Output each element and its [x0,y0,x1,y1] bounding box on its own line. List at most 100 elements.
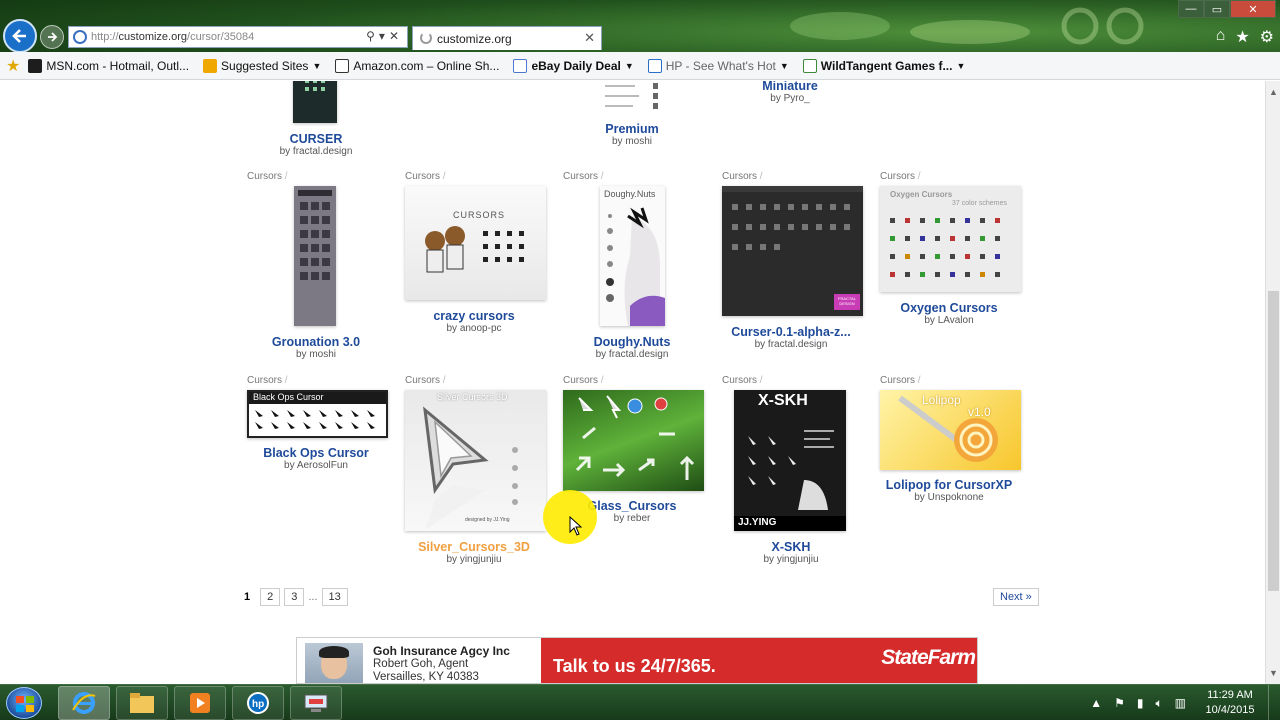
address-bar[interactable]: http://customize.org/cursor/35084 ⚲▾✕ [68,26,408,48]
favorite-amazon[interactable]: Amazon.com – Online Sh... [335,58,499,73]
favorite-msn[interactable]: MSN.com - Hotmail, Outl... [28,58,189,73]
category-link[interactable]: Cursors [405,171,440,182]
author-link[interactable]: Pyro_ [784,93,810,104]
category-label[interactable]: Cursors / [405,375,446,386]
back-button[interactable] [3,19,37,53]
thumbnail-doughy-nuts[interactable]: Doughy.Nuts [600,186,665,326]
author-link[interactable]: fractal.design [293,146,352,157]
author-link[interactable]: AerosolFun [297,460,348,471]
maximize-button[interactable]: ▭ [1204,0,1230,18]
category-link[interactable]: Cursors [880,375,915,386]
item-title[interactable]: CURSER [241,132,391,146]
gallery-item-crazy-cursors[interactable]: Cursors / CURSORS crazy cursors by anoop… [405,171,555,341]
taskbar-internet-explorer[interactable] [58,686,110,720]
battery-icon[interactable]: ▮ [1137,696,1144,710]
item-title[interactable]: Black Ops Cursor [241,446,391,460]
item-title[interactable]: Grounation 3.0 [241,335,391,349]
home-icon[interactable]: ⌂ [1216,27,1226,47]
minimize-button[interactable]: — [1178,0,1204,18]
tab-customize[interactable]: customize.org ✕ [412,26,602,50]
page-link-3[interactable]: 3 [284,588,305,606]
favorite-wildtangent[interactable]: WildTangent Games f... ▼ [802,58,965,73]
clock[interactable]: 11:29 AM 10/4/2015 [1198,688,1262,718]
author-link[interactable]: moshi [625,136,652,147]
show-hidden-icons[interactable]: ▲ [1090,696,1102,710]
thumbnail-crazy-cursors[interactable]: CURSORS [405,186,546,300]
gallery-item-oxygen[interactable]: Cursors / Oxygen Cursors 37 color scheme… [880,171,1030,331]
author-link[interactable]: anoop-pc [460,323,502,334]
gallery-item-doughy-nuts[interactable]: Cursors / Doughy.Nuts Doughy.Nuts by fra… [563,171,713,361]
window-close-button[interactable]: ✕ [1230,0,1276,18]
show-desktop-button[interactable] [1268,685,1280,720]
category-label[interactable]: Cursors / [880,375,921,386]
tab-close-icon[interactable]: ✕ [584,30,595,46]
category-link[interactable]: Cursors [722,171,757,182]
volume-icon[interactable]: 🔈︎ [1155,696,1162,711]
favorites-star-icon[interactable]: ★ [1235,27,1249,47]
add-favorite-star-icon[interactable]: ★ [6,56,20,76]
item-title[interactable]: Miniature [715,81,865,93]
category-link[interactable]: Cursors [722,375,757,386]
item-title[interactable]: Curser-0.1-alpha-z... [716,325,866,339]
author-link[interactable]: LAvalon [938,315,974,326]
ad-banner[interactable]: Goh Insurance Agcy Inc Robert Goh, Agent… [296,637,978,684]
category-label[interactable]: Cursors / [563,171,604,182]
dropdown-icon[interactable]: ▾ [379,29,389,43]
author-link[interactable]: fractal.design [768,339,827,350]
thumbnail-glass-cursors[interactable] [563,390,704,491]
category-link[interactable]: Cursors [247,375,282,386]
category-label[interactable]: Cursors / [722,375,763,386]
author-link[interactable]: yingjunjiu [777,554,819,565]
taskbar-remote-app[interactable] [290,686,342,720]
thumbnail-curser[interactable] [293,81,337,123]
thumbnail-x-skh[interactable]: X-SKH JJ.YING [734,390,846,531]
settings-gear-icon[interactable]: ⚙ [1260,27,1274,47]
item-title[interactable]: Silver_Cursors_3D [399,540,549,554]
gallery-item-black-ops[interactable]: Cursors / Black Ops Cursor Black Ops Cur… [247,375,397,475]
taskbar-file-explorer[interactable] [116,686,168,720]
category-label[interactable]: Cursors / [880,171,921,182]
thumbnail-lolipop[interactable]: Lolipop v1.0 [880,390,1021,470]
gallery-item-miniature[interactable]: Miniature by Pyro_ [715,81,865,121]
vertical-scrollbar[interactable]: ▲ ▼ [1265,81,1280,684]
flag-icon[interactable]: ⚑ [1114,696,1125,710]
page-link-13[interactable]: 13 [321,588,348,606]
scroll-up-icon[interactable]: ▲ [1269,87,1278,97]
item-title[interactable]: Premium [557,122,707,136]
thumbnail-grounation[interactable] [294,186,336,326]
item-title[interactable]: Doughy.Nuts [557,335,707,349]
network-icon[interactable]: ▥ [1175,696,1186,710]
category-label[interactable]: Cursors / [722,171,763,182]
gallery-item-lolipop[interactable]: Cursors / Lolipop v1.0 Lolipop for Curso… [880,375,1030,515]
author-link[interactable]: yingjunjiu [460,554,502,565]
thumbnail-oxygen[interactable]: Oxygen Cursors 37 color schemes [880,186,1021,292]
thumbnail-silver-cursors[interactable]: Silver Cursors 3D designed by JJ.Ying [405,390,546,531]
category-link[interactable]: Cursors [405,375,440,386]
gallery-item-curser-alpha[interactable]: Cursors / FRACTAL DESIGN Curser-0.1-alph… [722,171,872,351]
gallery-item-x-skh[interactable]: Cursors / X-SKH JJ.YING X-SKH by yingjun… [722,375,872,565]
gallery-item-curser[interactable]: CURSER by fractal.design [241,81,391,161]
author-link[interactable]: reber [627,513,650,524]
page-link-2[interactable]: 2 [260,588,281,606]
thumbnail-black-ops[interactable]: Black Ops Cursor [247,390,388,438]
item-title[interactable]: X-SKH [716,540,866,554]
gallery-item-grounation[interactable]: Cursors / Grounation 3.0 by moshi [247,171,397,361]
category-label[interactable]: Cursors / [247,375,288,386]
gallery-item-premium[interactable]: Premium by moshi [557,81,707,161]
category-label[interactable]: Cursors / [405,171,446,182]
taskbar-media-player[interactable] [174,686,226,720]
category-link[interactable]: Cursors [247,171,282,182]
category-link[interactable]: Cursors [880,171,915,182]
address-tools[interactable]: ⚲▾✕ [366,29,403,43]
scrollbar-thumb[interactable] [1268,291,1279,591]
category-label[interactable]: Cursors / [563,375,604,386]
author-link[interactable]: moshi [309,349,336,360]
search-icon[interactable]: ⚲ [366,29,379,43]
favorite-hp[interactable]: HP - See What's Hot ▼ [647,58,789,73]
favorite-ebay[interactable]: eBay Daily Deal ▼ [513,58,634,73]
author-link[interactable]: fractal.design [609,349,668,360]
taskbar-hp-app[interactable]: hp [232,686,284,720]
forward-button[interactable] [40,25,64,49]
category-label[interactable]: Cursors / [247,171,288,182]
author-link[interactable]: Unspoknone [928,492,984,503]
